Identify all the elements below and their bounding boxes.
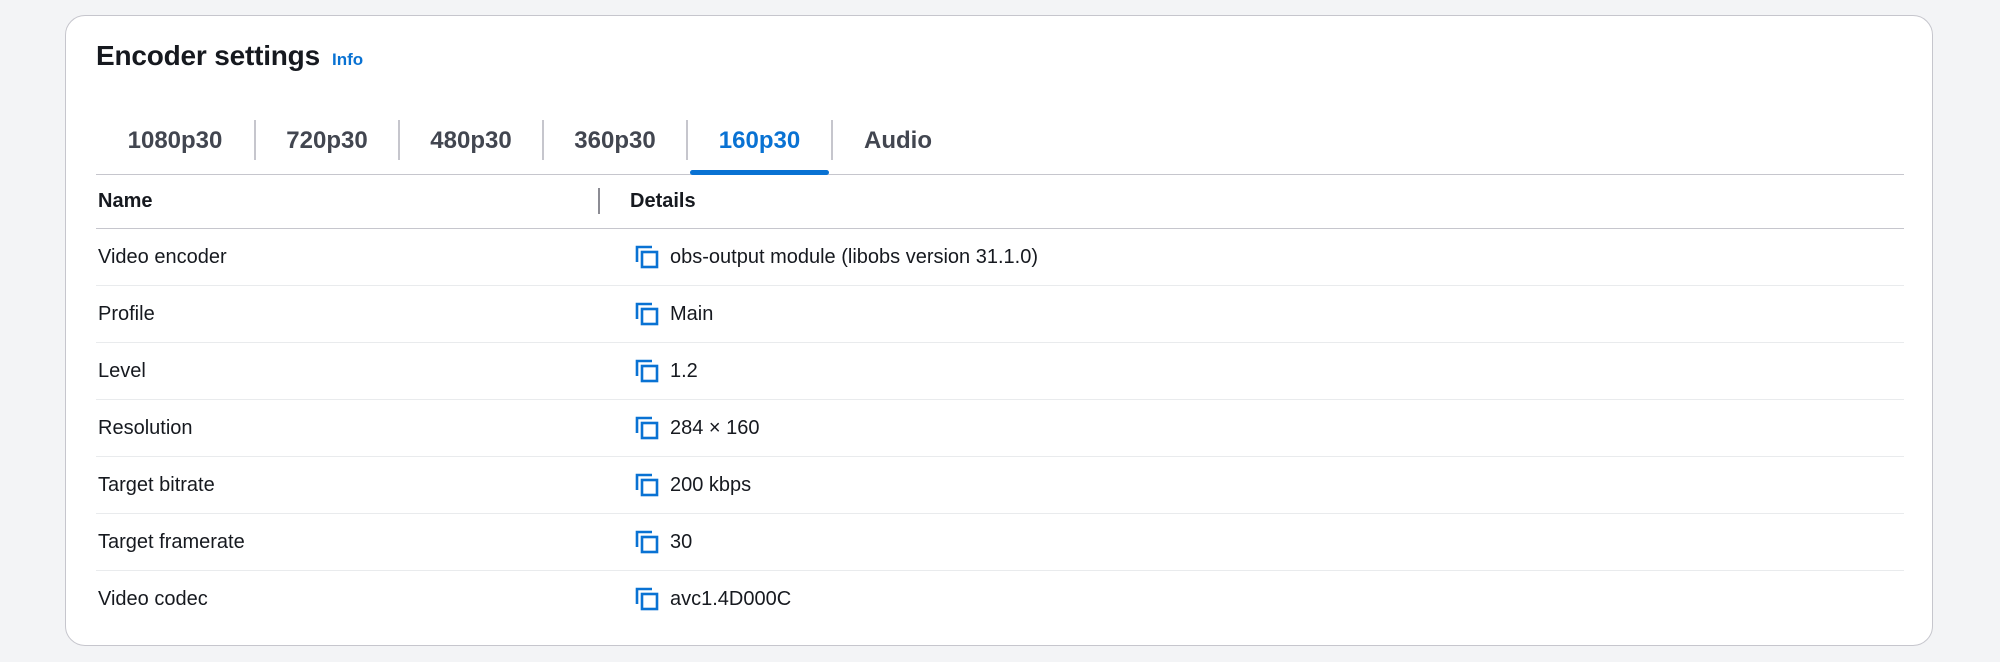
row-value: avc1.4D000C	[670, 587, 792, 610]
row-name: Target bitrate	[98, 473, 215, 496]
panel-header: Encoder settings Info	[96, 40, 363, 72]
encoder-settings-panel: Encoder settings Info 1080p30 720p30 480…	[65, 15, 1933, 646]
row-value: obs-output module (libobs version 31.1.0…	[670, 245, 1038, 268]
table-row: Target framerate 30	[96, 514, 1904, 571]
tab-label: 360p30	[574, 127, 656, 154]
copy-icon[interactable]	[634, 529, 660, 555]
row-value: Main	[670, 302, 714, 325]
tab-1080p30[interactable]: 1080p30	[96, 108, 254, 174]
column-header-details: Details	[630, 189, 696, 212]
row-value: 1.2	[670, 359, 698, 382]
copy-icon[interactable]	[634, 244, 660, 270]
encoder-settings-table: Name Details Video encoder obs-output mo…	[96, 175, 1904, 628]
copy-icon[interactable]	[634, 358, 660, 384]
row-value: 200 kbps	[670, 473, 752, 496]
table-row: Profile Main	[96, 286, 1904, 343]
table-row: Resolution 284 × 160	[96, 400, 1904, 457]
row-details: 200 kbps	[634, 457, 751, 513]
table-row: Target bitrate 200 kbps	[96, 457, 1904, 514]
row-details: obs-output module (libobs version 31.1.0…	[634, 229, 1038, 285]
row-details: 1.2	[634, 343, 698, 399]
row-name: Resolution	[98, 416, 193, 439]
row-details: 284 × 160	[634, 400, 760, 456]
panel-title: Encoder settings	[96, 40, 320, 71]
tab-360p30[interactable]: 360p30	[544, 108, 686, 174]
table-row: Video encoder obs-output module (libobs …	[96, 229, 1904, 286]
column-header-name: Name	[98, 189, 153, 212]
row-details: avc1.4D000C	[634, 571, 791, 627]
tab-480p30[interactable]: 480p30	[400, 108, 542, 174]
tab-audio[interactable]: Audio	[833, 108, 963, 174]
row-name: Video codec	[98, 587, 208, 610]
row-name: Target framerate	[98, 530, 245, 553]
row-name: Profile	[98, 302, 155, 325]
table-row: Level 1.2	[96, 343, 1904, 400]
row-details: Main	[634, 286, 713, 342]
row-value: 284 × 160	[670, 416, 760, 439]
info-link[interactable]: Info	[332, 50, 363, 70]
row-name: Level	[98, 359, 146, 382]
tab-label: 160p30	[718, 127, 801, 154]
tab-label: 720p30	[286, 127, 368, 154]
tab-label: 1080p30	[127, 127, 223, 154]
copy-icon[interactable]	[634, 415, 660, 441]
row-name: Video encoder	[98, 245, 227, 268]
tab-list: 1080p30 720p30 480p30 360p30 160p30 Audi…	[96, 108, 1904, 175]
copy-icon[interactable]	[634, 472, 660, 498]
column-resizer[interactable]	[598, 188, 600, 214]
table-row: Video codec avc1.4D000C	[96, 571, 1904, 628]
row-details: 30	[634, 514, 692, 570]
copy-icon[interactable]	[634, 301, 660, 327]
copy-icon[interactable]	[634, 586, 660, 612]
table-header: Name Details	[96, 175, 1904, 229]
tab-label: 480p30	[430, 127, 512, 154]
tab-720p30[interactable]: 720p30	[256, 108, 398, 174]
tab-160p30[interactable]: 160p30	[688, 108, 831, 175]
row-value: 30	[670, 530, 693, 553]
tab-label: Audio	[864, 127, 932, 154]
